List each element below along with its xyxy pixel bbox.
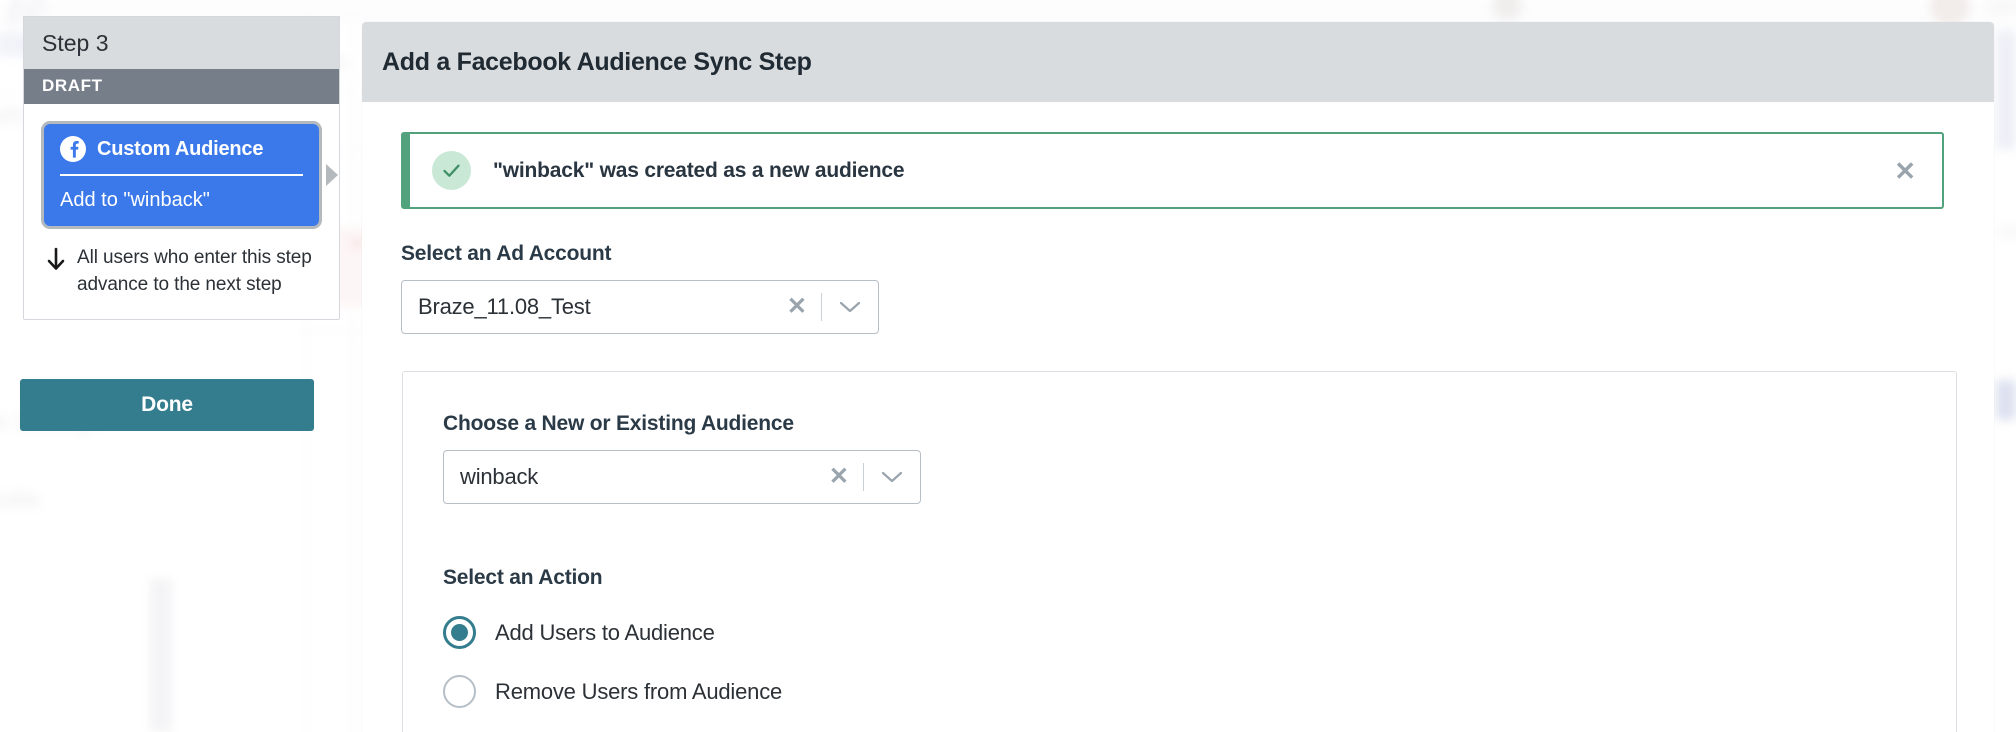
check-circle-icon [432,151,471,190]
modal-header: Add a Facebook Audience Sync Step [362,22,1994,102]
step-connector-arrow-icon [326,164,338,187]
background-text: nc [338,278,361,301]
facebook-icon [60,136,86,163]
advance-rule: All users who enter this step advance to… [41,229,322,299]
radio-option-remove-users[interactable]: Remove Users from Audience [443,675,1956,708]
step-card-header: Step 3 [24,17,339,70]
add-step-modal: Add a Facebook Audience Sync Step "winba… [362,22,1994,732]
channel-card-title: Custom Audience [97,137,264,160]
audience-value: winback [460,464,539,489]
arrow-down-icon [47,247,65,271]
app-screen: ƒ∂ T (7 pify e Settings edia di nc va Dr… [0,0,2016,732]
radio-label: Add Users to Audience [495,619,715,645]
background-scrollbar [150,578,172,732]
audience-select[interactable]: winback ✕ [443,450,921,504]
background-divider [352,24,353,732]
radio-button-selected[interactable] [443,616,476,649]
modal-body: "winback" was created as a new audience … [362,132,1994,732]
banner-message: "winback" was created as a new audience [493,158,905,182]
audience-settings-card: Choose a New or Existing Audience winbac… [402,371,1957,732]
close-icon[interactable]: ✕ [1890,158,1920,184]
ad-account-value: Braze_11.08_Test [418,294,591,319]
ad-account-select[interactable]: Braze_11.08_Test ✕ [401,280,879,334]
background-panel [1996,30,2016,150]
action-label: Select an Action [443,566,603,589]
step-card: Step 3 DRAFT Custom Audience Add to "win… [23,16,340,321]
audience-label: Choose a New or Existing Audience [443,412,794,435]
background-text: Dra [1988,0,2016,19]
clear-icon[interactable]: ✕ [779,295,821,319]
background-icon [1492,0,1522,20]
radio-option-add-users[interactable]: Add Users to Audience [443,616,1956,649]
status-badge: DRAFT [24,69,339,105]
radio-button-unselected[interactable] [443,675,476,708]
ad-account-label: Select an Ad Account [401,242,612,265]
channel-card-header: Custom Audience [60,136,303,174]
status-badge-label: DRAFT [42,76,103,96]
step-title: Step 3 [42,30,109,56]
background-text: va [1998,220,2016,243]
radio-label: Remove Users from Audience [495,678,783,704]
clear-icon[interactable]: ✕ [821,465,863,489]
success-banner: "winback" was created as a new audience … [401,132,1944,209]
radio-dot [451,624,468,641]
background-scrollbar [1996,380,2016,420]
channel-card-subtitle: Add to "winback" [60,189,210,212]
chevron-down-icon[interactable] [822,300,878,314]
step-card-body: Custom Audience Add to "winback" All use… [24,104,339,319]
done-button[interactable]: Done [20,379,314,431]
chevron-down-icon[interactable] [864,470,920,484]
advance-rule-text: All users who enter this step advance to… [77,247,312,296]
channel-card-facebook[interactable]: Custom Audience Add to "winback" [41,121,338,230]
page-title: Add a Facebook Audience Sync Step [382,47,812,76]
background-text: edia [0,486,40,513]
